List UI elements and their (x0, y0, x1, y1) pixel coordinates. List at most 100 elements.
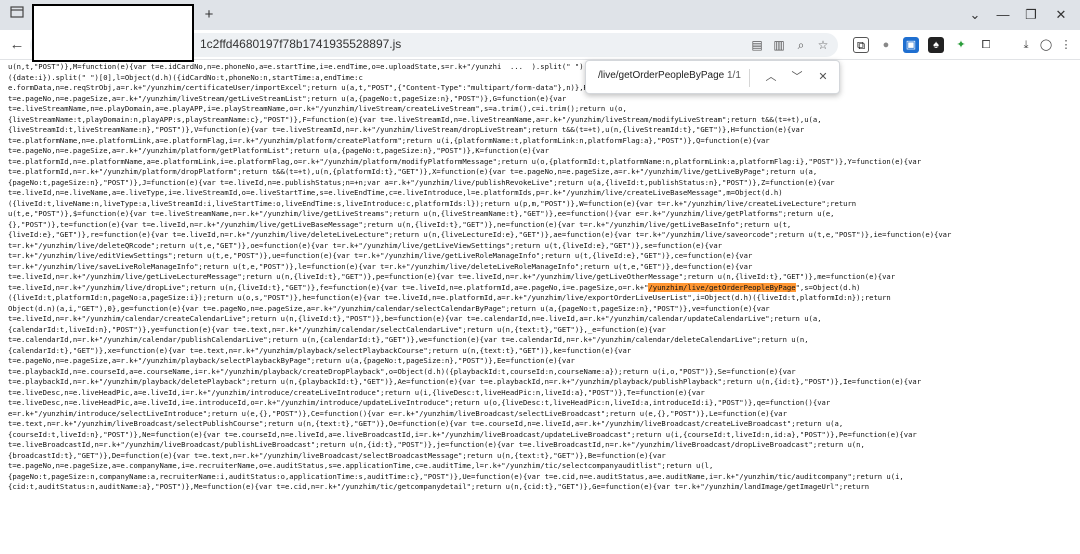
code-line: t=e.liveId,n=r.k+"/yunzhim/live/dropLive… (8, 282, 1076, 294)
code-text: t=e.liveId,n=r.k+"/yunzhim/calendar/crea… (8, 314, 822, 323)
code-line: {cid:t,auditStatus:n,auditName:a},"POST"… (8, 482, 1076, 493)
code-line: {},"POST")},te=function(e){var t=e.liveI… (8, 220, 1076, 231)
code-line: {liveId:e},"GET")},re=function(e){var t=… (8, 230, 1076, 241)
code-line: {liveStreamId:t,liveStreamName:n},"POST"… (8, 125, 1076, 136)
code-line: {pageNo:t,pageSize:n},"POST")},J=functio… (8, 178, 1076, 189)
code-line: t=e.pageNo,n=e.pageSize,a=r.k+"/yunzhim/… (8, 356, 1076, 367)
code-line: t=r.k+"/yunzhim/live/saveLiveRoleManageI… (8, 262, 1076, 273)
back-arrow-icon[interactable]: ← (6, 35, 28, 55)
code-line: u(n,t,"POST")},M=function(e){var t=e.idC… (8, 62, 1076, 73)
green-extension-icon[interactable]: ✦ (953, 37, 969, 53)
code-line: t=e.platformId,n=r.k+"/yunzhim/platform/… (8, 167, 1076, 178)
redacted-tab[interactable] (32, 4, 194, 62)
code-line: t=e.liveBroadcastId,n=r.k+"/yunzhim/live… (8, 440, 1076, 451)
code-text: {},"POST")},te=function(e){var t=e.liveI… (8, 219, 792, 229)
code-text: t=e.liveId,n=r.k+"/yunzhim/live/dropLive… (8, 282, 649, 292)
minimize-button[interactable]: — (988, 5, 1018, 25)
code-text: Object(d.n)(a,i,"GET"),0},ge=function(e)… (8, 303, 770, 313)
blue-extension-icon[interactable]: ▣ (903, 37, 919, 53)
code-text: {calendarId:t},"GET")},xe=function(e){va… (8, 345, 632, 355)
code-line: t=e.platformId,n=e.platformName,a=e.plat… (8, 157, 1076, 168)
code-text: t=r.k+"/yunzhim/live/deleteQRcode";retur… (8, 240, 722, 250)
code-text: t=e.liveId,n=r.k+"/yunzhim/live/getLiveL… (8, 272, 896, 281)
screenshot-extension-icon[interactable]: ⧉ (853, 37, 869, 53)
code-text: t=e.platformId,n=r.k+"/yunzhim/platform/… (8, 167, 818, 176)
code-text: t=e.pageNo,n=e.pageSize,a=r.k+"/yunzhim/… (8, 146, 549, 155)
code-text: ({date:i}).split(" ")[0],l=Object(d.h)({… (8, 72, 363, 82)
circle-extension-icon[interactable]: ● (878, 37, 894, 53)
code-line: t=e.playbackId,n=r.k+"/yunzhim/playback/… (8, 377, 1076, 388)
code-line: t=e.liveId,n=r.k+"/yunzhim/live/getLiveL… (8, 272, 1076, 283)
code-line: ({liveId:t,platformId:n,pageNo:a,pageSiz… (8, 293, 1076, 304)
close-window-button[interactable]: ✕ (1046, 5, 1076, 25)
find-next-icon[interactable]: ﹀ (788, 68, 806, 86)
translate-icon[interactable]: ▤ (748, 36, 766, 54)
code-text: {cid:t,auditStatus:n,auditName:a},"POST"… (8, 482, 870, 491)
code-text: t=e.calendarId,n=r.k+"/yunzhim/calendar/… (8, 335, 809, 344)
code-text: t=e.liveId,n=e.liveName,a=e.liveType,i=e… (8, 188, 783, 197)
bookmark-star-icon[interactable]: ☆ (814, 36, 832, 54)
url-text[interactable]: 1c2ffd4680197f78b1741935528897.js (200, 37, 401, 51)
code-line: {calendarId:t,liveId:n},"POST")},ye=func… (8, 325, 1076, 336)
new-tab-button[interactable]: + (198, 5, 220, 25)
code-text: {broadcastId:t},"GET")},De=function(e){v… (8, 450, 666, 460)
maximize-button[interactable]: ❐ (1016, 5, 1046, 25)
code-text: e.formData,n=e.reqStrObj,a=r.k+"/yunzhim… (8, 83, 658, 92)
code-line: t=e.calendarId,n=r.k+"/yunzhim/calendar/… (8, 335, 1076, 346)
code-line: t=e.playbackId,n=e.courseId,a=e.courseNa… (8, 367, 1076, 378)
code-line: ({date:i}).split(" ")[0],l=Object(d.h)({… (8, 73, 1076, 84)
code-line: t=e.liveDesc,n=e.liveHeadPic,a=e.liveId,… (8, 388, 1076, 399)
code-line: t=e.liveStreamName,n=e.playDomain,a=e.pl… (8, 104, 1076, 115)
code-text: t=e.playbackId,n=e.courseId,a=e.courseNa… (8, 366, 796, 376)
find-input[interactable]: /live/getOrderPeopleByPage (598, 70, 724, 81)
code-text: t=e.pageNo,n=e.pageSize,a=e.companyName,… (8, 461, 714, 470)
code-line: ({liveId:t,liveName:n,liveType:a,liveStr… (8, 199, 1076, 210)
find-in-page-bar: /live/getOrderPeopleByPage 1/1 ︿ ﹀ ✕ (585, 60, 840, 94)
spade-extension-icon[interactable]: ♠ (928, 37, 944, 53)
code-text: t=e.platformName,n=e.platformLink,a=e.pl… (8, 135, 770, 145)
zoom-icon[interactable]: ⌕ (792, 36, 810, 54)
code-text: t=e.liveStreamName,n=e.playDomain,a=e.pl… (8, 104, 627, 113)
code-text: u(n,t,"POST")},M=function(e){var t=e.idC… (8, 62, 658, 71)
menu-kebab-icon[interactable]: ⋮ (1058, 37, 1074, 53)
reader-icon[interactable]: ▥ (770, 36, 788, 54)
code-text: {courseId:t,liveId:n},"POST")},Ne=functi… (8, 429, 917, 439)
download-icon[interactable]: ⤓ (1018, 37, 1034, 53)
code-line: {broadcastId:t},"GET")},De=function(e){v… (8, 451, 1076, 462)
code-line: t=e.pageNo,n=e.pageSize,a=e.companyName,… (8, 461, 1076, 472)
profile-icon[interactable]: ◯ (1038, 37, 1054, 53)
tab-menu-icon[interactable] (6, 5, 28, 25)
code-text: t=r.k+"/yunzhim/live/editViewSettings";r… (8, 251, 753, 260)
code-line: t=e.liveDesc,n=e.liveHeadPic,a=e.liveId,… (8, 398, 1076, 409)
code-line: t=e.text,n=r.k+"/yunzhim/liveBroadcast/s… (8, 419, 1076, 430)
tab-search-icon[interactable]: ⌄ (960, 5, 990, 25)
code-text: {liveStreamName:t,playDomain:n,playAPP:s… (8, 114, 822, 124)
find-match-count: 1/1 (727, 70, 741, 81)
find-divider (749, 69, 750, 87)
code-line: t=r.k+"/yunzhim/live/deleteQRcode";retur… (8, 241, 1076, 252)
code-line: {calendarId:t},"GET")},xe=function(e){va… (8, 346, 1076, 357)
code-line: t=e.pageNo,n=e.pageSize,a=r.k+"/yunzhim/… (8, 146, 1076, 157)
code-text: t=e.pageNo,n=e.pageSize,a=r.k+"/yunzhim/… (8, 93, 567, 103)
code-text: t=e.liveDesc,n=e.liveHeadPic,a=e.liveId,… (8, 398, 831, 407)
code-text: t=e.text,n=r.k+"/yunzhim/liveBroadcast/s… (8, 419, 844, 428)
js-source-view: u(n,t,"POST")},M=function(e){var t=e.idC… (8, 62, 1076, 554)
code-text: {liveId:e},"GET")},re=function(e){var t=… (8, 230, 952, 239)
code-line: Object(d.n)(a,i,"GET"),0},ge=function(e)… (8, 304, 1076, 315)
code-line: t=e.liveId,n=r.k+"/yunzhim/calendar/crea… (8, 314, 1076, 325)
code-text: t=e.liveDesc,n=e.liveHeadPic,a=e.liveId,… (8, 387, 705, 397)
code-text: t=e.pageNo,n=e.pageSize,a=r.k+"/yunzhim/… (8, 356, 575, 365)
code-line: {liveStreamName:t,playDomain:n,playAPP:s… (8, 115, 1076, 126)
code-text: t=e.platformId,n=e.platformName,a=e.plat… (8, 156, 922, 166)
code-text: t=r.k+"/yunzhim/live/saveLiveRoleManageI… (8, 261, 753, 271)
code-text: {pageNo:t,pageSize:n,companyName:a,recru… (8, 471, 904, 481)
code-text: t=e.playbackId,n=r.k+"/yunzhim/playback/… (8, 377, 922, 386)
find-close-icon[interactable]: ✕ (814, 68, 832, 86)
code-text: {calendarId:t,liveId:n},"POST")},ye=func… (8, 324, 666, 334)
code-line: t=r.k+"/yunzhim/live/editViewSettings";r… (8, 251, 1076, 262)
code-text: t=e.liveBroadcastId,n=r.k+"/yunzhim/live… (8, 440, 865, 449)
find-previous-icon[interactable]: ︿ (762, 68, 780, 86)
extensions-puzzle-icon[interactable]: ⧠ (978, 37, 994, 53)
code-text: {liveStreamId:t,liveStreamName:n},"POST"… (8, 125, 805, 134)
code-line: {pageNo:t,pageSize:n,companyName:a,recru… (8, 472, 1076, 483)
